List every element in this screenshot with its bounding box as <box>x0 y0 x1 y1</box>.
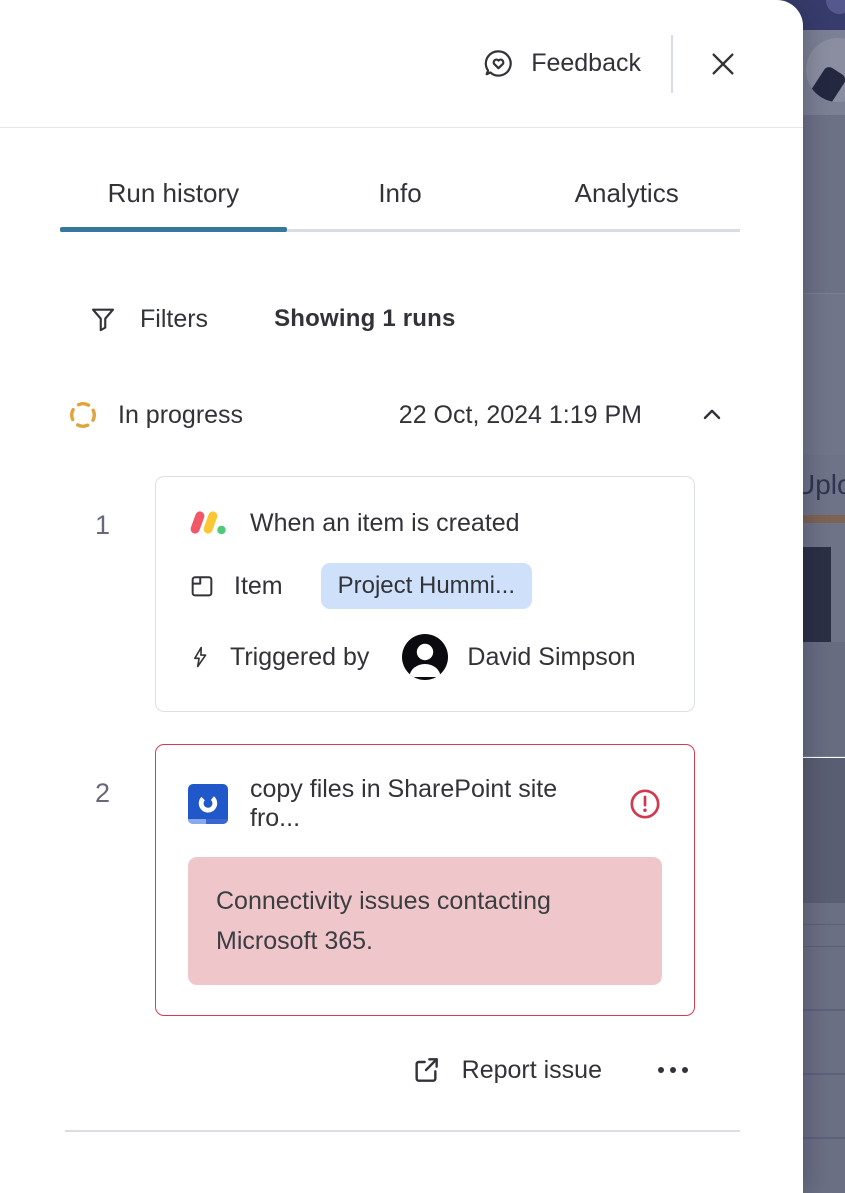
step-title: copy files in SharePoint site fro... <box>250 775 606 833</box>
app-icon-progress-strip <box>188 819 228 824</box>
report-row: Report issue <box>65 1054 740 1086</box>
filters-row: Filters Showing 1 runs <box>88 304 740 334</box>
chevron-up-icon <box>698 401 726 429</box>
run-group-header[interactable]: In progress 22 Oct, 2024 1:19 PM <box>68 400 740 430</box>
tab-analytics[interactable]: Analytics <box>513 178 740 232</box>
more-options-button[interactable] <box>656 1059 690 1081</box>
item-field-label: Item <box>234 572 283 601</box>
report-issue-button[interactable]: Report issue <box>410 1054 602 1086</box>
external-link-icon <box>410 1054 442 1086</box>
feedback-button[interactable]: Feedback <box>482 47 641 80</box>
triggered-by-label: Triggered by <box>230 643 369 672</box>
user-avatar <box>401 633 449 681</box>
sharepoint-app-icon <box>188 784 228 824</box>
feedback-label: Feedback <box>531 49 641 78</box>
tab-bar: Run history Info Analytics <box>60 178 740 232</box>
step-number: 1 <box>65 476 140 541</box>
header-divider <box>671 35 673 93</box>
tab-run-history[interactable]: Run history <box>60 178 287 232</box>
step-row-2: 2 copy files in SharePoint site fro... <box>65 744 803 1016</box>
step-row-1: 1 When an item is created <box>65 476 803 712</box>
collapse-run-button[interactable] <box>698 401 726 429</box>
error-message: Connectivity issues contacting Microsoft… <box>188 857 662 985</box>
triggered-by-user: David Simpson <box>467 643 635 672</box>
background-avatar-button <box>826 0 845 14</box>
runs-count-text: Showing 1 runs <box>274 305 455 333</box>
more-options-icon <box>658 1067 664 1073</box>
more-options-icon <box>682 1067 688 1073</box>
error-alert-icon[interactable] <box>628 787 662 821</box>
item-field-row: Item Project Hummi... <box>188 563 662 609</box>
monday-logo-icon <box>188 507 228 539</box>
more-options-icon <box>670 1067 676 1073</box>
item-board-icon <box>188 572 216 600</box>
filters-button[interactable]: Filters <box>88 304 208 334</box>
report-issue-label: Report issue <box>462 1056 602 1085</box>
close-button[interactable] <box>703 44 743 84</box>
triggered-by-row: Triggered by David Simpson <box>188 633 662 681</box>
background-dark-cell <box>803 547 831 642</box>
step-card-trigger[interactable]: When an item is created Item Project Hum… <box>155 476 695 712</box>
run-steps-list: 1 When an item is created <box>0 476 803 1016</box>
run-timestamp: 22 Oct, 2024 1:19 PM <box>399 401 642 430</box>
in-progress-spinner-icon <box>68 400 98 430</box>
panel-header: Feedback <box>0 0 803 128</box>
feedback-bubble-heart-icon <box>482 47 515 80</box>
close-icon <box>707 48 739 80</box>
lightning-bolt-icon <box>188 643 212 671</box>
step-title-row: copy files in SharePoint site fro... <box>188 775 662 833</box>
step-card-action-error[interactable]: copy files in SharePoint site fro... Con… <box>155 744 695 1016</box>
item-value-chip[interactable]: Project Hummi... <box>321 563 532 609</box>
tab-info[interactable]: Info <box>287 178 514 232</box>
filter-funnel-icon <box>88 304 118 334</box>
filters-label: Filters <box>140 305 208 334</box>
step-number: 2 <box>65 744 140 809</box>
run-status-label: In progress <box>118 401 243 430</box>
bottom-divider <box>65 1130 740 1132</box>
run-history-panel: Feedback Run history Info Analytics Filt… <box>0 0 803 1193</box>
step-title-row: When an item is created <box>188 507 662 539</box>
step-title: When an item is created <box>250 509 520 538</box>
background-profile-avatar <box>806 38 845 102</box>
